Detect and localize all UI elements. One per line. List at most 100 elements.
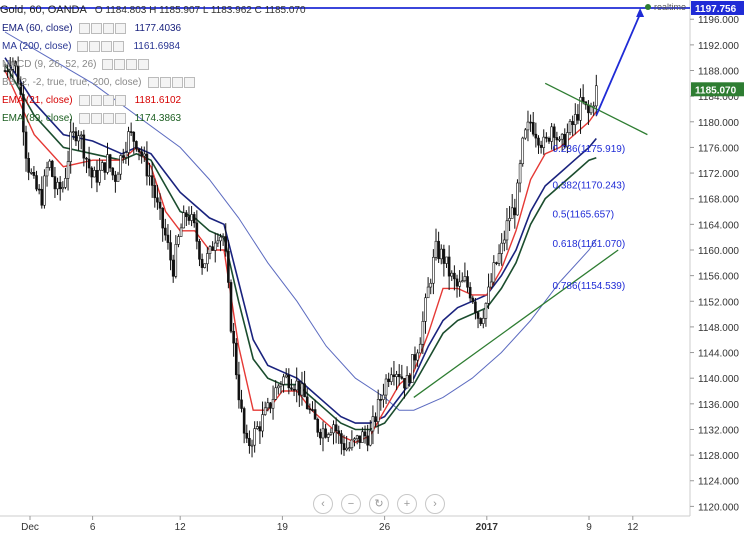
candle-body [56, 181, 59, 190]
candle-body [179, 227, 183, 237]
close-icon[interactable] [114, 94, 126, 106]
candle-body [355, 435, 359, 439]
candle-body [374, 416, 377, 422]
candle-body [266, 402, 270, 409]
candle-body [408, 375, 412, 383]
indicator-value: 1177.4036 [134, 22, 182, 34]
eye-icon[interactable] [78, 22, 90, 34]
candle-body [390, 374, 393, 382]
indicator-row[interactable]: BB (2, -2, true, true, 200, close) [0, 73, 306, 91]
indicator-row[interactable]: MACD (9, 26, 52, 26) [0, 55, 306, 73]
add-icon[interactable] [126, 58, 138, 70]
eye-icon[interactable] [78, 112, 90, 124]
y-tick-label: 1192.000 [698, 41, 739, 52]
y-tick-label: 1172.000 [698, 169, 739, 180]
indicator-controls [77, 40, 125, 52]
candle-body [518, 163, 522, 184]
candle-body [537, 137, 540, 146]
indicator-row[interactable]: EMA (60, close) 1177.4036 [0, 19, 306, 37]
candle-body [313, 409, 317, 420]
candle-body [484, 303, 488, 319]
indicator-name: EMA (60, close) [2, 22, 73, 34]
candle-body [403, 378, 406, 389]
settings-icon[interactable] [114, 58, 126, 70]
indicator-row[interactable]: EMA (89, close) 1174.3863 [0, 109, 306, 127]
candle-body [311, 409, 314, 411]
candle-body [79, 134, 83, 137]
add-icon[interactable] [102, 94, 114, 106]
candle-body [571, 121, 574, 125]
candle-body [466, 276, 469, 288]
candle-body [305, 396, 309, 410]
candle-body [261, 414, 264, 432]
candle-body [69, 131, 72, 162]
y-tick-label: 1168.000 [698, 195, 739, 206]
add-icon[interactable] [101, 40, 113, 52]
candle-body [45, 167, 49, 177]
eye-icon[interactable] [147, 76, 159, 88]
candle-body [426, 286, 430, 299]
close-icon[interactable] [183, 76, 195, 88]
candle-body [108, 154, 112, 169]
zoom-out-button[interactable]: − [341, 494, 361, 514]
close-icon[interactable] [113, 40, 125, 52]
eye-icon[interactable] [78, 94, 90, 106]
candle-body [321, 428, 325, 439]
x-tick-label: 9 [586, 522, 592, 533]
candle-body [397, 374, 401, 378]
candle-body [392, 374, 396, 378]
add-icon[interactable] [102, 22, 114, 34]
scroll-left-button[interactable]: ‹ [313, 494, 333, 514]
reset-chart-button[interactable]: ↻ [369, 494, 389, 514]
candle-body [237, 374, 241, 401]
candle-body [358, 435, 362, 443]
candle-body [366, 435, 369, 446]
candle-body [326, 434, 330, 438]
candle-body [253, 428, 256, 446]
candle-body [479, 318, 482, 324]
symbol-title[interactable]: Gold, 60, OANDA [0, 4, 87, 16]
add-icon[interactable] [171, 76, 183, 88]
settings-icon[interactable] [90, 112, 102, 124]
candle-body [140, 151, 143, 157]
candle-body [503, 239, 506, 244]
candle-body [61, 187, 65, 190]
close-icon[interactable] [114, 22, 126, 34]
indicator-value: 1174.3863 [134, 112, 182, 124]
indicator-row[interactable]: EMA (21, close) 1181.6102 [0, 91, 306, 109]
indicator-row[interactable]: MA (200, close) 1161.6984 [0, 37, 306, 55]
candle-body [127, 131, 130, 153]
indicator-name: EMA (89, close) [2, 112, 73, 124]
eye-icon[interactable] [77, 40, 89, 52]
zoom-in-button[interactable]: + [397, 494, 417, 514]
candle-body [303, 383, 306, 398]
candle-body [85, 157, 88, 160]
close-icon[interactable] [114, 112, 126, 124]
y-tick-label: 1160.000 [698, 246, 739, 257]
scroll-right-button[interactable]: › [425, 494, 445, 514]
x-tick-label: 6 [90, 522, 96, 533]
candle-body [258, 426, 262, 432]
candle-body [468, 286, 472, 299]
add-icon[interactable] [102, 112, 114, 124]
y-tick-label: 1140.000 [698, 374, 739, 385]
candle-body [319, 432, 322, 439]
eye-icon[interactable] [102, 58, 114, 70]
close-icon[interactable] [138, 58, 150, 70]
settings-icon[interactable] [89, 40, 101, 52]
candle-body [589, 106, 593, 114]
candle-body [87, 158, 91, 169]
settings-icon[interactable] [90, 94, 102, 106]
candle-body [290, 387, 293, 390]
candle-body [174, 244, 178, 277]
candle-body [93, 170, 96, 178]
candle-body [279, 384, 283, 387]
candle-body [248, 437, 251, 447]
candle-body [395, 374, 398, 378]
candle-body [345, 447, 348, 451]
settings-icon[interactable] [159, 76, 171, 88]
candle-body [287, 374, 291, 389]
candle-body [192, 214, 196, 224]
settings-icon[interactable] [90, 22, 102, 34]
fib-level-label: 0.786(1154.539) [553, 281, 626, 292]
